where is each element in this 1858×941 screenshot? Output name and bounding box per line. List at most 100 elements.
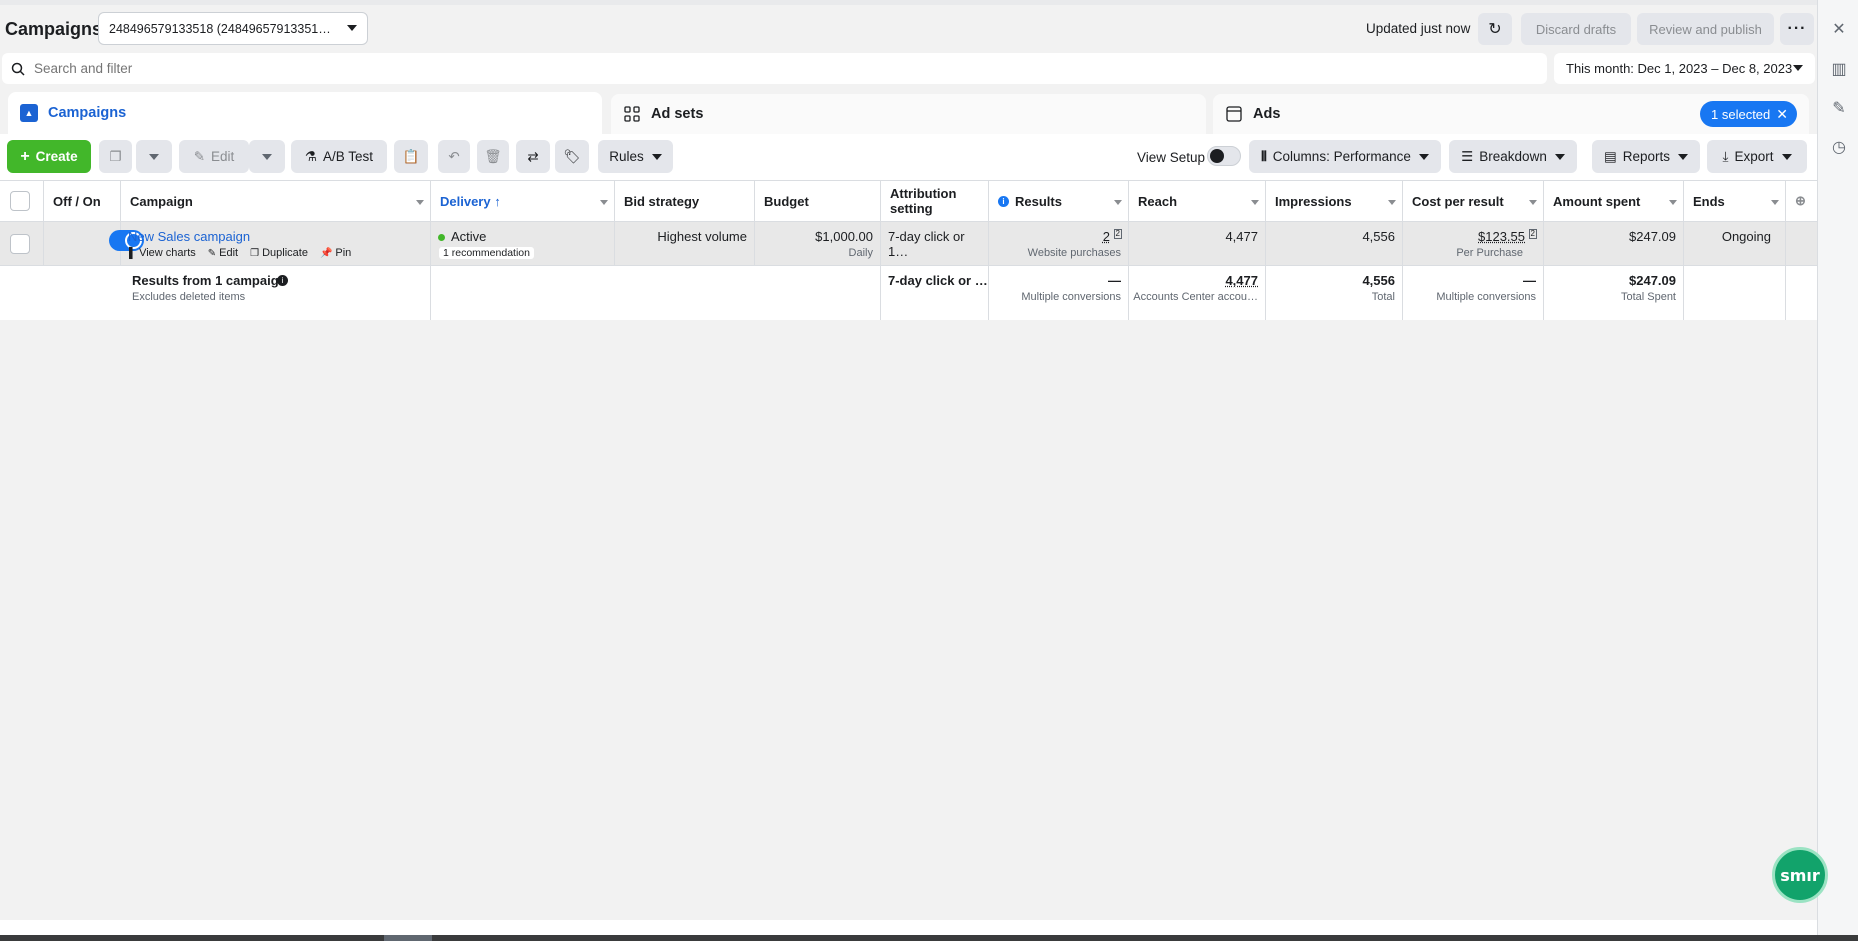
chevron-down-icon <box>1793 65 1803 71</box>
row-toggle-cell <box>44 222 144 265</box>
summary-cost-sub: Multiple conversions <box>1436 291 1536 303</box>
horizontal-scrollbar[interactable] <box>0 935 1858 941</box>
scrollbar-thumb[interactable] <box>384 935 432 941</box>
tab-campaigns[interactable]: ▲ Campaigns <box>8 92 602 134</box>
view-setup-toggle[interactable] <box>1207 146 1241 166</box>
edit-menu-button[interactable] <box>249 140 285 173</box>
col-ends[interactable]: Ends <box>1684 181 1786 221</box>
tab-label: Ad sets <box>651 106 704 122</box>
summary-label: Results from 1 campaign <box>132 273 287 288</box>
preview-button[interactable]: ⇄ <box>516 140 550 173</box>
row-checkbox[interactable] <box>10 234 30 254</box>
view-charts-action[interactable]: ▌ View charts <box>129 247 196 259</box>
table-row[interactable]: New Sales campaign ▌ View charts ✎ Edit ❐ D… <box>0 222 1817 266</box>
summary-amount-sub: Total Spent <box>1620 291 1676 303</box>
refresh-button[interactable]: ↻ <box>1478 13 1512 45</box>
reports-button[interactable]: ▤ Reports <box>1592 140 1700 173</box>
reach-value: 4,477 <box>1225 229 1258 244</box>
bar-chart-icon[interactable]: ▥ <box>1830 60 1848 78</box>
col-cost-per-result[interactable]: Cost per result <box>1403 181 1544 221</box>
col-results[interactable]: i Results <box>989 181 1129 221</box>
campaigns-folder-icon: ▲ <box>20 104 38 122</box>
results-sub: Website purchases <box>1027 247 1121 259</box>
page-header: Campaigns 248496579133518 (2484965791335… <box>0 5 1817 50</box>
delivery-cell: Active 1 recommendation <box>431 222 615 265</box>
select-all-checkbox[interactable] <box>10 191 30 211</box>
ends-cell: Ongoing <box>1684 222 1786 265</box>
view-setup-label: View Setup <box>1137 150 1206 165</box>
cost-per-result-value[interactable]: $123.55 <box>1478 229 1525 244</box>
col-reach[interactable]: Reach <box>1129 181 1266 221</box>
edit-action[interactable]: ✎ Edit <box>208 247 238 259</box>
col-amount-spent[interactable]: Amount spent <box>1544 181 1684 221</box>
tag-button[interactable]: 🏷 <box>555 140 589 173</box>
delete-button[interactable]: 🗑 <box>477 140 509 173</box>
col-budget[interactable]: Budget <box>755 181 881 221</box>
trash-icon: 🗑 <box>484 148 502 164</box>
search-input[interactable] <box>34 61 434 76</box>
campaign-name-link[interactable]: New Sales campaign <box>128 229 250 244</box>
clipboard-button[interactable]: 📋 <box>394 140 428 173</box>
more-options-button[interactable]: ··· <box>1780 13 1814 45</box>
undo-button[interactable]: ↶ <box>438 140 470 173</box>
duplicate-button[interactable]: ❐ <box>99 140 132 173</box>
history-icon[interactable]: ◷ <box>1830 138 1848 156</box>
col-label: Reach <box>1138 193 1178 209</box>
summary-reach[interactable]: 4,477 <box>1225 273 1258 288</box>
discard-drafts-button[interactable]: Discard drafts <box>1521 13 1631 45</box>
reports-icon: ▤ <box>1603 148 1617 164</box>
pencil-icon[interactable]: ✎ <box>1830 99 1848 117</box>
table-header: Off / On Campaign Delivery ↑ Bid strateg… <box>0 180 1817 222</box>
col-delivery[interactable]: Delivery ↑ <box>431 181 615 221</box>
col-label: Cost per result <box>1412 193 1504 209</box>
add-column-button[interactable]: ⊕ <box>1786 181 1817 221</box>
create-button[interactable]: + Create <box>7 140 91 173</box>
chevron-down-icon <box>1678 153 1689 160</box>
breakdown-button[interactable]: ☰ Breakdown <box>1449 140 1577 173</box>
tab-adsets[interactable]: Ad sets <box>611 94 1206 134</box>
account-selector[interactable]: 248496579133518 (24849657913351… <box>98 12 368 45</box>
edit-label: Edit <box>211 149 235 164</box>
chevron-down-icon <box>1781 153 1792 160</box>
create-label: Create <box>35 149 78 164</box>
chevron-down-icon <box>416 200 424 205</box>
info-icon: i <box>277 275 288 286</box>
page-title: Campaigns <box>5 19 103 39</box>
export-button[interactable]: ⤓ Export <box>1707 140 1807 173</box>
rules-label: Rules <box>609 149 644 164</box>
summary-impressions: 4,556 <box>1362 273 1395 288</box>
search-icon <box>2 62 34 76</box>
col-label: Amount spent <box>1553 193 1641 209</box>
rules-button[interactable]: Rules <box>598 140 673 173</box>
edit-button[interactable]: ✎ Edit <box>179 140 249 173</box>
footnote-icon: 2 <box>1528 229 1537 239</box>
close-icon[interactable]: ✕ <box>1776 106 1788 123</box>
results-value[interactable]: 2 <box>1103 229 1110 244</box>
recommendation-badge[interactable]: 1 recommendation <box>439 247 534 259</box>
toolbar: + Create ❐ ✎ Edit ⚗ A/B Test 📋 ↶ 🗑 ⇄ 🏷 R… <box>0 134 1817 180</box>
duplicate-action[interactable]: ❐ Duplicate <box>250 247 308 259</box>
chevron-down-icon <box>262 153 272 160</box>
search-bar[interactable] <box>2 53 1547 84</box>
columns-button[interactable]: ⫴ Columns: Performance <box>1249 140 1441 173</box>
col-off-on[interactable]: Off / On <box>44 181 121 221</box>
col-campaign[interactable]: Campaign <box>121 181 431 221</box>
col-attribution[interactable]: Attribution setting <box>881 181 989 221</box>
col-bid-strategy[interactable]: Bid strategy <box>615 181 755 221</box>
review-publish-button[interactable]: Review and publish <box>1637 13 1774 45</box>
action-label: Duplicate <box>262 247 308 259</box>
assistant-fab-button[interactable]: smır <box>1772 847 1828 903</box>
date-range-selector[interactable]: This month: Dec 1, 2023 – Dec 8, 2023 <box>1554 53 1815 84</box>
action-label: View charts <box>139 247 196 259</box>
col-impressions[interactable]: Impressions <box>1266 181 1403 221</box>
summary-impressions-cell: 4,556 Total <box>1266 266 1403 320</box>
summary-cost: — <box>1523 273 1536 288</box>
pin-icon: 📌 <box>319 248 333 259</box>
pin-action[interactable]: 📌 Pin <box>320 247 351 259</box>
ab-test-button[interactable]: ⚗ A/B Test <box>291 140 387 173</box>
duplicate-menu-button[interactable] <box>136 140 172 173</box>
selected-count-pill[interactable]: 1 selected ✕ <box>1700 101 1797 127</box>
close-icon[interactable]: ✕ <box>1830 20 1848 38</box>
grid-icon <box>623 105 641 123</box>
budget-value: $1,000.00 <box>815 229 873 244</box>
